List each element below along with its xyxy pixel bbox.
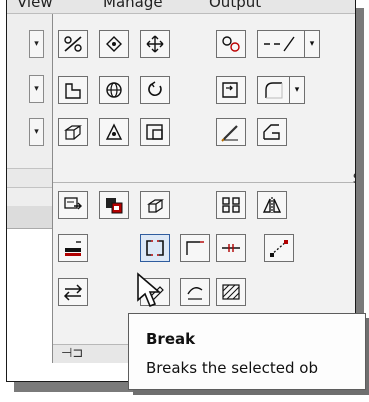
move-icon[interactable]: [140, 30, 170, 58]
menu-manage[interactable]: Manage: [103, 0, 163, 11]
region-icon[interactable]: [140, 118, 170, 146]
mouse-cursor-icon: [137, 272, 162, 308]
menu-view[interactable]: View: [17, 0, 53, 11]
scale-icon[interactable]: [58, 30, 88, 58]
trim-icon[interactable]: [216, 234, 246, 262]
break-icon[interactable]: [140, 234, 170, 262]
fillet-icon[interactable]: [257, 76, 290, 104]
panel-side-label: S: [353, 172, 355, 187]
align-icon[interactable]: [99, 118, 129, 146]
fillet-dropdown-arrow[interactable]: ▾: [289, 76, 305, 104]
lengthen-dropdown-arrow[interactable]: ▾: [304, 30, 320, 58]
modify-panel: ▾ ▾ S: [52, 14, 355, 363]
dropdown-arrow[interactable]: ▾: [29, 75, 44, 103]
dropdown-arrow[interactable]: ▾: [29, 30, 44, 58]
extend-icon[interactable]: [264, 234, 294, 262]
array-rect-icon[interactable]: [216, 191, 246, 219]
stretch-icon[interactable]: [58, 76, 88, 104]
3d-move-icon[interactable]: [140, 191, 170, 219]
panel-divider: [53, 182, 355, 183]
array-icon[interactable]: [99, 30, 129, 58]
pedit-icon[interactable]: [180, 278, 210, 306]
pin-icon[interactable]: ⊣⊐: [61, 346, 83, 361]
swap-icon[interactable]: [58, 278, 88, 306]
join-icon[interactable]: [216, 30, 246, 58]
mirror-icon[interactable]: [257, 191, 287, 219]
match-icon[interactable]: [99, 191, 129, 219]
rotate3d-icon[interactable]: [99, 76, 129, 104]
3d-array-icon[interactable]: [58, 118, 88, 146]
tooltip-title: Break: [146, 330, 196, 348]
explode-icon[interactable]: [180, 234, 210, 262]
menu-output[interactable]: Output: [209, 0, 261, 11]
menu-bar: View Manage Output: [7, 0, 355, 14]
tooltip: Break Breaks the selected ob: [128, 313, 366, 390]
tooltip-description: Breaks the selected ob: [146, 359, 318, 377]
draworder-icon[interactable]: [58, 191, 88, 219]
offset-icon[interactable]: [216, 76, 246, 104]
dropdown-arrow[interactable]: ▾: [29, 118, 44, 146]
edit-icon[interactable]: [216, 118, 246, 146]
bring-front-icon[interactable]: [58, 234, 88, 262]
rotate-icon[interactable]: [140, 76, 170, 104]
chamfer-icon[interactable]: [257, 118, 287, 146]
lengthen-icon[interactable]: [257, 30, 305, 58]
hatch-edit-icon[interactable]: [216, 278, 246, 306]
